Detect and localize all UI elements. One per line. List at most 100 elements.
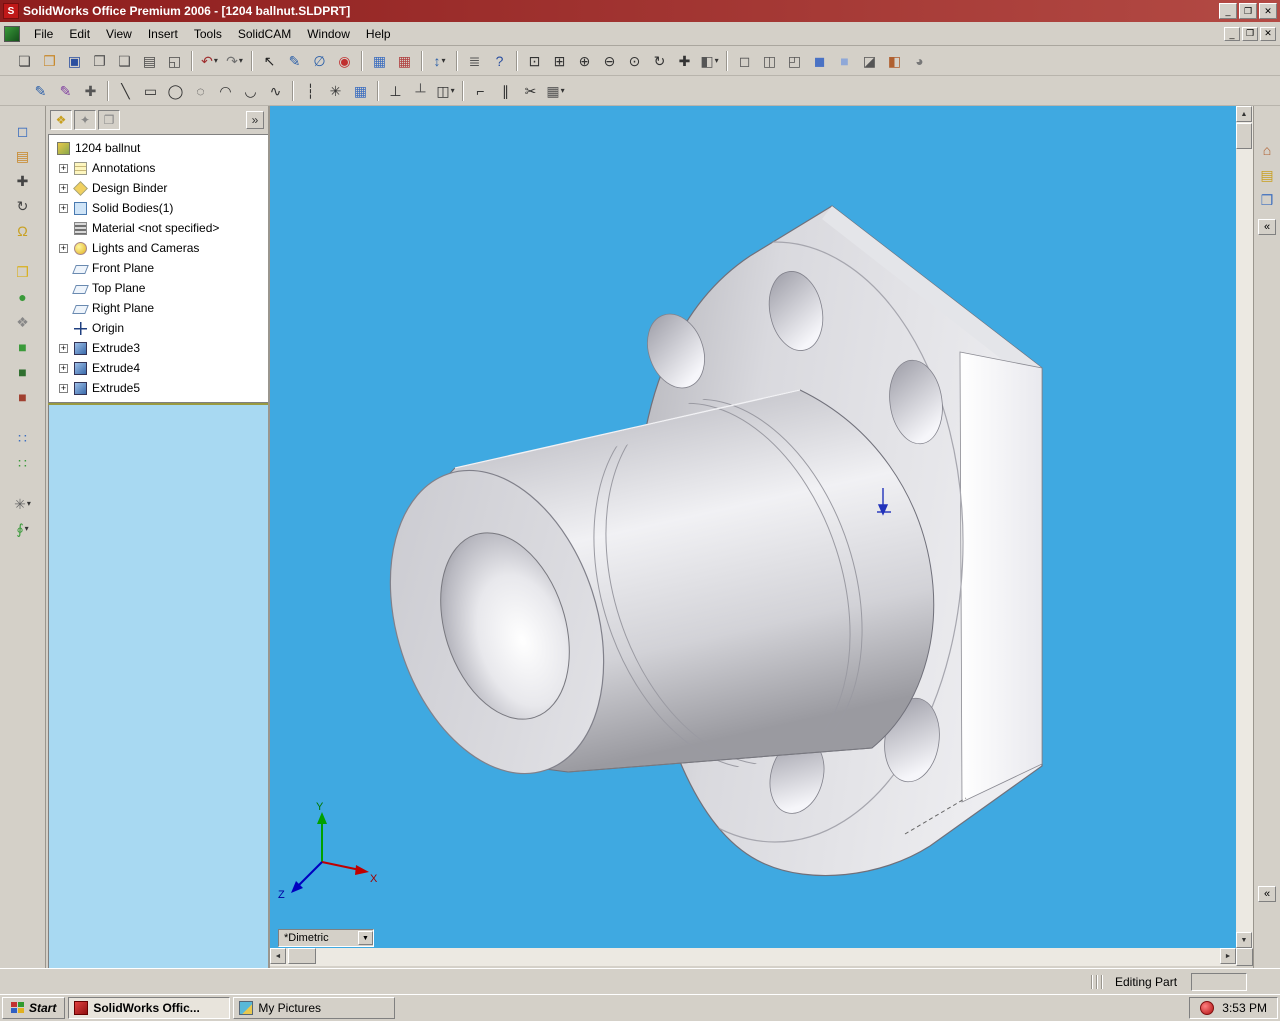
smart-dimension-button[interactable]: ∅: [308, 49, 331, 72]
scroll-right-button[interactable]: ►: [1220, 948, 1236, 964]
chevron-down-icon[interactable]: ▼: [358, 931, 373, 945]
select-button[interactable]: ↖: [258, 49, 281, 72]
vertical-scroll-thumb[interactable]: [1236, 123, 1252, 149]
scroll-up-button[interactable]: ▲: [1236, 106, 1252, 122]
move-button[interactable]: ✚: [11, 169, 34, 192]
menu-edit[interactable]: Edit: [61, 24, 98, 44]
bell-button[interactable]: Ω: [11, 219, 34, 242]
chevron-down-icon[interactable]: ▾: [214, 56, 218, 65]
chevron-down-icon[interactable]: ▾: [441, 56, 445, 65]
print-preview-button[interactable]: ◱: [163, 49, 186, 72]
scroll-down-button[interactable]: ▼: [1236, 932, 1252, 948]
chevron-down-icon[interactable]: ▾: [25, 524, 29, 533]
rotate-view-button[interactable]: ↻: [648, 49, 671, 72]
scroll-left-button[interactable]: ◄: [270, 948, 286, 964]
line-button[interactable]: ╲: [114, 79, 137, 102]
start-button[interactable]: Start: [2, 997, 65, 1019]
file-explorer-button[interactable]: ❒: [1256, 188, 1279, 211]
expand-chevron-icon[interactable]: »: [246, 111, 264, 129]
close-button[interactable]: ✕: [1260, 27, 1276, 41]
menu-insert[interactable]: Insert: [140, 24, 186, 44]
chevron-down-icon[interactable]: ▾: [239, 56, 243, 65]
tree-item[interactable]: Right Plane: [49, 298, 268, 318]
restore-button[interactable]: ❐: [1242, 27, 1258, 41]
modify-sketch-button[interactable]: ✚: [79, 79, 102, 102]
graphics-viewport[interactable]: Y X Z *Dimetric ▼: [270, 106, 1236, 948]
configurationmanager-tab[interactable]: ❐: [98, 110, 120, 130]
tree-expander[interactable]: +: [59, 244, 68, 253]
tree-item[interactable]: +Lights and Cameras: [49, 238, 268, 258]
menu-solidcam[interactable]: SolidCAM: [230, 24, 299, 44]
spline-button[interactable]: ∿: [264, 79, 287, 102]
shaded-with-edges-button[interactable]: ◼: [808, 49, 831, 72]
tree-expander[interactable]: +: [59, 184, 68, 193]
restore-button[interactable]: ❐: [1239, 3, 1257, 19]
design-library-button[interactable]: ▤: [1256, 163, 1279, 186]
menu-window[interactable]: Window: [299, 24, 358, 44]
horizontal-scroll-thumb[interactable]: [288, 948, 316, 964]
hidden-lines-visible-button[interactable]: ◫: [758, 49, 781, 72]
circle-button[interactable]: ◯: [164, 79, 187, 102]
tree-expander[interactable]: +: [59, 164, 68, 173]
point-button[interactable]: ✳: [324, 79, 347, 102]
zoom-to-selection-button[interactable]: ⊙: [623, 49, 646, 72]
curvature-button[interactable]: ◕: [908, 49, 931, 72]
wireframe-button[interactable]: ◻: [733, 49, 756, 72]
menu-file[interactable]: File: [26, 24, 61, 44]
tree-item[interactable]: +Solid Bodies(1): [49, 198, 268, 218]
make-drawing-from-part-button[interactable]: ❐: [88, 49, 111, 72]
menu-help[interactable]: Help: [358, 24, 399, 44]
trim-entities-button[interactable]: ✂: [519, 79, 542, 102]
green-sphere-button[interactable]: ●: [11, 285, 34, 308]
propertymanager-tab[interactable]: ✦: [74, 110, 96, 130]
add-relation-button[interactable]: ⊥: [384, 79, 407, 102]
collapse-chevron-bottom-icon[interactable]: «: [1258, 886, 1276, 902]
bom-table-button[interactable]: ▦: [393, 49, 416, 72]
rotate-button[interactable]: ↻: [11, 194, 34, 217]
centerpoint-arc-button[interactable]: ◠: [214, 79, 237, 102]
menu-tools[interactable]: Tools: [186, 24, 230, 44]
edit-sheet-button[interactable]: ≣: [463, 49, 486, 72]
tree-item[interactable]: Front Plane: [49, 258, 268, 278]
yellow-folder-button[interactable]: ❒: [11, 260, 34, 283]
home-button[interactable]: ⌂: [1256, 138, 1279, 161]
tray-app-icon[interactable]: [1200, 1001, 1214, 1015]
clipboard-button[interactable]: ▤: [11, 144, 34, 167]
linear-sketch-pattern-button[interactable]: ▦▾: [544, 79, 567, 102]
green-cube-button[interactable]: ■: [11, 335, 34, 358]
chevron-down-icon[interactable]: ▾: [27, 499, 31, 508]
selection-window-button[interactable]: ◻: [11, 119, 34, 142]
tree-item[interactable]: +Extrude5: [49, 378, 268, 398]
tangent-arc-button[interactable]: ◡: [239, 79, 262, 102]
zoom-out-button[interactable]: ⊖: [598, 49, 621, 72]
minimize-button[interactable]: _: [1219, 3, 1237, 19]
pointer-button[interactable]: ❖: [11, 310, 34, 333]
dimension-options-button[interactable]: ↕▾: [428, 49, 451, 72]
close-button[interactable]: ✕: [1259, 3, 1277, 19]
tree-item[interactable]: Origin: [49, 318, 268, 338]
undo-button[interactable]: ↶▾: [198, 49, 221, 72]
design-table-button[interactable]: ▦: [368, 49, 391, 72]
pan-button[interactable]: ✚: [673, 49, 696, 72]
sketch-button[interactable]: ✎: [29, 79, 52, 102]
section-view-button[interactable]: ◧: [883, 49, 906, 72]
blue-dots-grid-button[interactable]: ∷: [11, 426, 34, 449]
minimize-button[interactable]: _: [1224, 27, 1240, 41]
standard-views-button[interactable]: ◧▾: [698, 49, 721, 72]
tree-item[interactable]: 1204 ballnut: [49, 138, 268, 158]
zoom-to-fit-button[interactable]: ⊡: [523, 49, 546, 72]
make-assembly-from-part-button[interactable]: ❑: [113, 49, 136, 72]
tree-item[interactable]: Material <not specified>: [49, 218, 268, 238]
open-folder-button[interactable]: ❒: [38, 49, 61, 72]
menu-view[interactable]: View: [98, 24, 140, 44]
3d-sketch-button[interactable]: ✎: [54, 79, 77, 102]
save-button[interactable]: ▣: [63, 49, 86, 72]
tree-item[interactable]: +Extrude3: [49, 338, 268, 358]
ellipse-button[interactable]: ◌: [189, 79, 212, 102]
offset-entities-button[interactable]: ∥: [494, 79, 517, 102]
sketch-button[interactable]: ✎: [283, 49, 306, 72]
green-dots-grid-button[interactable]: ∷: [11, 451, 34, 474]
shadows-in-shaded-mode-button[interactable]: ◪: [858, 49, 881, 72]
help-button[interactable]: ?: [488, 49, 511, 72]
task-button-solidworks[interactable]: SolidWorks Offic...: [68, 997, 230, 1019]
